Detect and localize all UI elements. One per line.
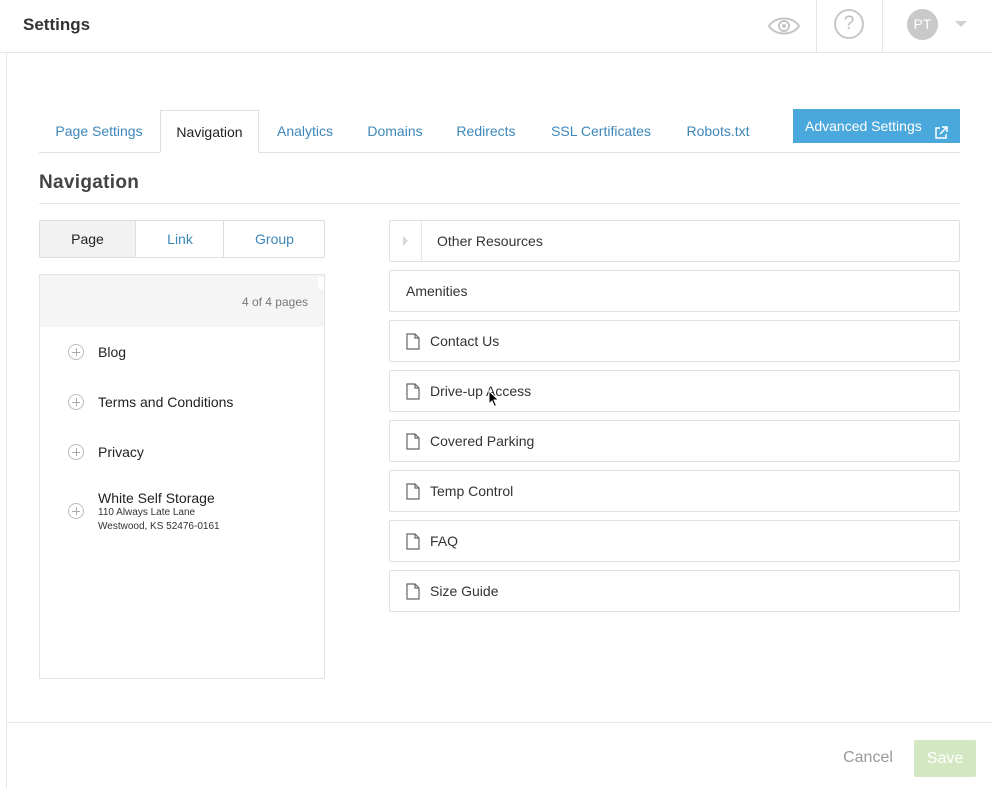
page-count: 4 of 4 pages — [241, 295, 308, 309]
expand-toggle[interactable] — [390, 221, 422, 261]
tab-page-settings[interactable]: Page Settings — [39, 110, 159, 152]
cancel-button[interactable]: Cancel — [836, 740, 900, 776]
scrollbar[interactable] — [318, 277, 324, 289]
add-icon[interactable] — [68, 503, 84, 519]
list-item[interactable]: Blog — [40, 337, 324, 367]
nav-item-page[interactable]: Temp Control — [389, 470, 960, 512]
list-item[interactable]: White Self Storage 110 Always Late Lane … — [40, 487, 324, 537]
tab-robots-txt[interactable]: Robots.txt — [673, 110, 763, 152]
document-icon — [406, 483, 420, 500]
nav-item-label: Amenities — [406, 283, 468, 299]
nav-item-page[interactable]: Drive-up Access — [389, 370, 960, 412]
nav-item-label: Other Resources — [437, 233, 543, 249]
list-item-label: Terms and Conditions — [98, 394, 234, 410]
document-icon — [406, 533, 420, 550]
list-item[interactable]: Privacy — [40, 437, 324, 467]
nav-item-page[interactable]: Covered Parking — [389, 420, 960, 462]
tab-navigation[interactable]: Navigation — [160, 110, 259, 153]
nav-item-label: Size Guide — [430, 583, 499, 599]
dialog-title: Settings — [23, 15, 91, 34]
tab-ssl-certificates[interactable]: SSL Certificates — [539, 110, 663, 152]
footer-divider — [6, 722, 992, 723]
eye-icon[interactable] — [765, 12, 803, 40]
document-icon — [406, 433, 420, 450]
list-item-address-line: Westwood, KS 52476-0161 — [98, 521, 220, 532]
header-divider — [882, 0, 883, 52]
add-icon[interactable] — [68, 344, 84, 360]
chevron-down-icon[interactable] — [955, 21, 967, 27]
document-icon — [406, 583, 420, 600]
item-type-switch: Page Link Group — [39, 220, 325, 258]
segment-page[interactable]: Page — [40, 221, 135, 257]
nav-item-link[interactable]: Amenities — [389, 270, 960, 312]
nav-item-label: Covered Parking — [430, 433, 535, 449]
nav-item-page[interactable]: FAQ — [389, 520, 960, 562]
list-item-address-line: 110 Always Late Lane — [98, 507, 196, 518]
nav-item-group[interactable]: Other Resources — [389, 220, 960, 262]
available-pages-list: 4 of 4 pages Blog Terms and Conditions P… — [39, 274, 325, 679]
section-title: Navigation — [39, 172, 140, 193]
nav-item-label: Drive-up Access — [430, 383, 532, 399]
tab-redirects[interactable]: Redirects — [441, 110, 531, 152]
nav-item-page[interactable]: Contact Us — [389, 320, 960, 362]
document-icon — [406, 333, 420, 350]
avatar[interactable]: PT — [907, 9, 938, 40]
tab-domains[interactable]: Domains — [355, 110, 435, 152]
list-item-label: White Self Storage — [98, 490, 215, 506]
list-item-label: Blog — [98, 344, 127, 360]
save-button[interactable]: Save — [914, 740, 976, 777]
segment-group[interactable]: Group — [223, 221, 325, 257]
list-item-label: Privacy — [98, 444, 144, 460]
segment-link[interactable]: Link — [135, 221, 224, 257]
help-icon[interactable]: ? — [834, 9, 864, 39]
advanced-settings-label: Advanced Settings — [805, 118, 922, 134]
mouse-cursor-icon — [488, 389, 500, 408]
list-header: 4 of 4 pages — [40, 275, 324, 327]
dialog-header: Settings ? PT — [0, 0, 992, 53]
chevron-right-icon — [403, 236, 408, 246]
nav-item-label: Temp Control — [430, 483, 514, 499]
header-divider — [816, 0, 817, 52]
document-icon — [406, 383, 420, 400]
external-link-icon — [934, 118, 948, 139]
add-icon[interactable] — [68, 394, 84, 410]
advanced-settings-button[interactable]: Advanced Settings — [793, 109, 960, 143]
nav-item-label: FAQ — [430, 533, 459, 549]
add-icon[interactable] — [68, 444, 84, 460]
list-item[interactable]: Terms and Conditions — [40, 387, 324, 417]
divider — [39, 203, 960, 204]
tab-analytics[interactable]: Analytics — [261, 110, 349, 152]
nav-item-page[interactable]: Size Guide — [389, 570, 960, 612]
nav-item-label: Contact Us — [430, 333, 500, 349]
